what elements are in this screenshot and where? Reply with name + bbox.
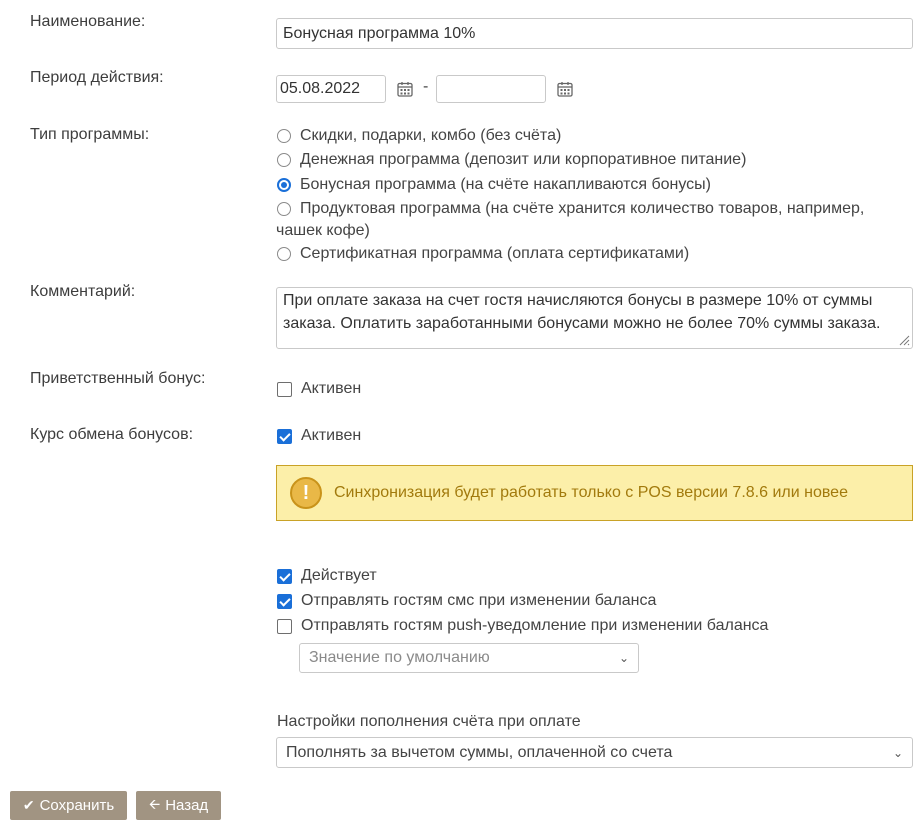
active-checkbox[interactable]: Действует	[277, 567, 377, 585]
topup-select[interactable]: Пополнять за вычетом суммы, оплаченной с…	[276, 737, 913, 768]
radio-button[interactable]	[277, 153, 291, 167]
program-type-option[interactable]: Денежная программа (депозит или корпорат…	[277, 151, 746, 169]
comment-textarea[interactable]: При оплате заказа на счет гостя начисляю…	[276, 287, 913, 349]
program-type-option-label: Продуктовая программа (на счёте хранится…	[300, 200, 865, 217]
exchange-rate-checkbox-label: Активен	[301, 427, 362, 444]
period-from-value: 05.08.2022	[280, 80, 361, 97]
back-button[interactable]: 🡨 Назад	[136, 791, 221, 820]
program-type-option[interactable]: Сертификатная программа (оплата сертифик…	[277, 245, 689, 263]
radio-button[interactable]	[277, 247, 291, 261]
checkbox[interactable]	[277, 381, 292, 397]
push-checkbox[interactable]: Отправлять гостям push-уведомление при и…	[277, 617, 768, 635]
push-checkbox-label: Отправлять гостям push-уведомление при и…	[301, 617, 769, 634]
sms-checkbox[interactable]: Отправлять гостям смс при изменении бала…	[277, 592, 656, 610]
pos-version-alert: ! Синхронизация будет работать только с …	[276, 465, 913, 521]
program-type-option[interactable]: Продуктовая программа (на счёте хранится…	[277, 200, 864, 218]
program-type-option-label: Денежная программа (депозит или корпорат…	[300, 151, 747, 168]
back-button-label: Назад	[165, 797, 209, 814]
welcome-bonus-label: Приветственный бонус:	[30, 370, 206, 387]
period-from-input[interactable]: 05.08.2022	[276, 75, 386, 103]
comment-line: При оплате заказа на счет гостя начисляю…	[283, 292, 873, 309]
program-type-option-label: Бонусная программа (на счёте накапливают…	[300, 176, 711, 193]
topup-select-value: Пополнять за вычетом суммы, оплаченной с…	[286, 743, 673, 761]
active-checkbox-label: Действует	[301, 567, 377, 584]
resize-handle-icon[interactable]	[898, 334, 910, 346]
name-input-value: Бонусная программа 10%	[283, 24, 476, 42]
chevron-down-icon: ⌄	[618, 651, 629, 665]
name-label: Наименование:	[30, 13, 146, 30]
topup-title: Настройки пополнения счёта при оплате	[277, 713, 581, 730]
period-label: Период действия:	[30, 69, 164, 86]
radio-button[interactable]	[277, 129, 291, 143]
period-to-input[interactable]	[436, 75, 546, 103]
checkbox-checked[interactable]	[277, 593, 292, 609]
push-select[interactable]: Значение по умолчанию ⌄	[299, 643, 639, 673]
alert-text: Синхронизация будет работать только с PO…	[334, 484, 848, 501]
save-button[interactable]: ✔ Сохранить	[10, 791, 127, 820]
program-type-option[interactable]: Скидки, подарки, комбо (без счёта)	[277, 127, 561, 145]
chevron-down-icon: ⌄	[892, 745, 903, 760]
warning-icon: !	[290, 477, 322, 509]
comment-line: заказа. Оплатить заработанными бонусами …	[283, 315, 881, 332]
period-separator: -	[423, 78, 429, 95]
program-type-option[interactable]: Бонусная программа (на счёте накапливают…	[277, 176, 711, 194]
comment-label: Комментарий:	[30, 283, 136, 300]
push-select-value: Значение по умолчанию	[309, 649, 490, 666]
exchange-rate-label: Курс обмена бонусов:	[30, 426, 194, 443]
name-input[interactable]: Бонусная программа 10%	[276, 18, 913, 49]
arrow-left-icon: 🡨	[148, 795, 161, 812]
checkbox-checked[interactable]	[277, 568, 292, 584]
save-button-label: Сохранить	[39, 797, 115, 814]
program-type-option-label: Скидки, подарки, комбо (без счёта)	[300, 127, 562, 144]
program-type-label: Тип программы:	[30, 126, 150, 143]
program-type-option-label: Сертификатная программа (оплата сертифик…	[300, 245, 690, 262]
sms-checkbox-label: Отправлять гостям смс при изменении бала…	[301, 592, 657, 609]
welcome-bonus-checkbox[interactable]: Активен	[277, 380, 361, 398]
program-type-option-label-continuation: чашек кофе)	[276, 222, 370, 239]
radio-button-selected[interactable]	[277, 178, 291, 192]
checkbox-checked[interactable]	[277, 428, 292, 444]
radio-button[interactable]	[277, 202, 291, 216]
calendar-icon[interactable]	[397, 81, 413, 97]
checkbox[interactable]	[277, 618, 292, 634]
checkmark-icon: ✔	[22, 797, 35, 813]
exchange-rate-checkbox[interactable]: Активен	[277, 427, 361, 445]
calendar-icon[interactable]	[557, 81, 573, 97]
welcome-bonus-checkbox-label: Активен	[301, 380, 362, 397]
